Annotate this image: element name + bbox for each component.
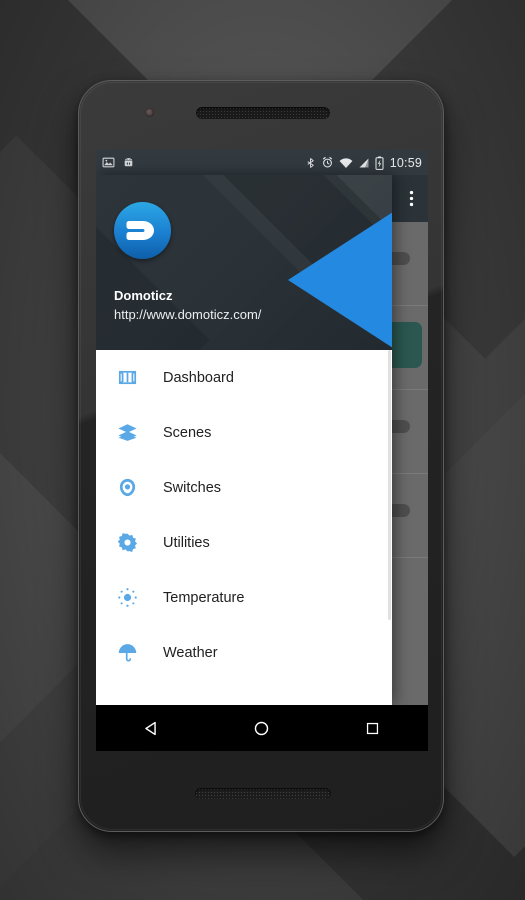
home-nav-button[interactable] [232, 705, 292, 751]
android-navigation-bar [96, 705, 428, 751]
triangle-back-icon [145, 721, 156, 735]
cell-signal-icon [359, 158, 369, 167]
more-vertical-icon [409, 190, 414, 207]
square-recents-icon [367, 722, 379, 734]
bluetooth-icon [307, 157, 314, 168]
drawer-header: Domoticz http://www.domoticz.com/ [96, 175, 392, 350]
gear-icon [112, 529, 142, 557]
app-url-label: http://www.domoticz.com/ [114, 307, 262, 322]
drawer-menu-list: Dashboard Scenes Switches Utilities Temp… [96, 350, 392, 705]
bottom-speaker-icon [195, 788, 331, 799]
sidebar-item-temperature[interactable]: Temperature [96, 570, 392, 625]
status-bar: 10:59 [96, 150, 428, 175]
recents-nav-button[interactable] [343, 705, 403, 751]
sidebar-item-label: Scenes [163, 424, 212, 441]
wallpaper-backdrop: 10:59 Switches [0, 0, 525, 900]
switch-circle-icon [112, 474, 142, 502]
navigation-drawer: Domoticz http://www.domoticz.com/ Dashbo [96, 175, 392, 705]
sidebar-item-label: Switches [163, 479, 222, 496]
sidebar-item-label: Temperature [163, 589, 245, 606]
wifi-icon [339, 157, 353, 168]
alarm-icon [322, 157, 332, 168]
status-bar-right-icons: 10:59 [305, 156, 422, 170]
umbrella-icon [112, 639, 142, 667]
sidebar-item-switches[interactable]: Switches [96, 460, 392, 515]
layers-icon [112, 419, 142, 447]
sidebar-item-label: Utilities [163, 534, 210, 551]
header-decoration [96, 175, 210, 350]
sidebar-item-utilities[interactable]: Utilities [96, 515, 392, 570]
status-bar-left-icons [102, 156, 135, 169]
app-name-label: Domoticz [114, 288, 173, 303]
dashboard-icon [112, 364, 142, 392]
screenshot-icon [102, 157, 115, 168]
front-camera-icon [145, 108, 154, 117]
back-nav-button[interactable] [121, 705, 181, 751]
sidebar-item-label: Weather [163, 644, 218, 661]
drawer-scrollbar[interactable] [388, 350, 391, 620]
sun-icon [112, 584, 142, 612]
overflow-menu-button[interactable] [409, 189, 414, 208]
android-bug-icon [124, 158, 133, 167]
earpiece-speaker-icon [196, 107, 330, 119]
phone-screen: 10:59 Switches [96, 150, 428, 751]
status-bar-clock: 10:59 [389, 155, 422, 170]
sidebar-item-dashboard[interactable]: Dashboard [96, 350, 392, 405]
sidebar-item-weather[interactable]: Weather [96, 625, 392, 680]
circle-home-icon [255, 721, 269, 735]
phone-device-frame: 10:59 Switches [78, 80, 444, 832]
header-accent-triangle [288, 210, 392, 350]
sidebar-item-scenes[interactable]: Scenes [96, 405, 392, 460]
battery-charging-icon [375, 155, 384, 170]
sidebar-item-label: Dashboard [163, 369, 234, 386]
domoticz-logo-icon [114, 202, 171, 259]
